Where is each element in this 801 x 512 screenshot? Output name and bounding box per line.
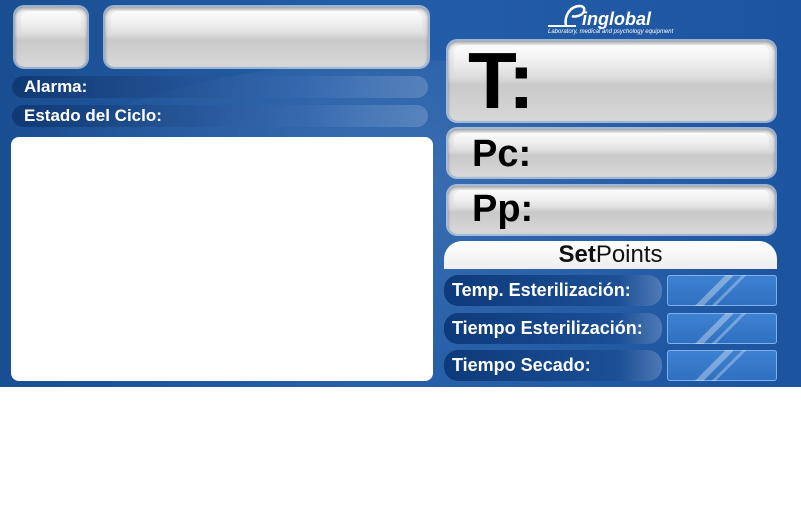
setpoint-label-text: Temp. Esterilización: bbox=[452, 280, 631, 300]
setpoint-label-sterilization-temp: Temp. Esterilización: bbox=[444, 275, 662, 306]
sterilization-temp-input[interactable] bbox=[667, 275, 777, 306]
setpoint-label-text: Tiempo Esterilización: bbox=[452, 318, 643, 338]
setpoint-label-text: Tiempo Secado: bbox=[452, 355, 591, 375]
message-display bbox=[105, 7, 428, 67]
chamber-pressure-display: Pc: bbox=[448, 129, 775, 177]
alarm-label: Alarma: bbox=[24, 77, 88, 96]
logo-wordmark: inglobal bbox=[582, 9, 651, 29]
temperature-display: T: bbox=[448, 36, 775, 125]
cycle-status-row: Estado del Ciclo: bbox=[12, 105, 428, 127]
alarm-status-row: Alarma: bbox=[12, 76, 428, 98]
logo-mark-icon bbox=[548, 4, 586, 27]
temperature-label: T: bbox=[468, 36, 535, 125]
jacket-pressure-label: Pp: bbox=[472, 188, 534, 230]
setpoint-label-sterilization-time: Tiempo Esterilización: bbox=[444, 313, 662, 344]
company-logo: inglobal Laboratory, medical and psychol… bbox=[546, 4, 678, 38]
logo-tagline: Laboratory, medical and psychology equip… bbox=[548, 29, 674, 35]
sterilization-time-input[interactable] bbox=[667, 313, 777, 344]
setpoints-title-bold: Set bbox=[558, 241, 596, 268]
cycle-graph-area bbox=[11, 137, 433, 381]
status-indicator-button[interactable] bbox=[15, 7, 87, 67]
setpoint-label-drying-time: Tiempo Secado: bbox=[444, 350, 662, 381]
setpoints-title-rest: Points bbox=[595, 241, 663, 268]
chamber-pressure-label: Pc: bbox=[472, 133, 532, 175]
drying-time-input[interactable] bbox=[667, 350, 777, 381]
jacket-pressure-display: Pp: bbox=[448, 186, 775, 234]
cycle-state-label: Estado del Ciclo: bbox=[24, 106, 162, 125]
setpoints-header: SetPoints bbox=[444, 241, 777, 269]
main-panel: inglobal Laboratory, medical and psychol… bbox=[0, 0, 801, 387]
